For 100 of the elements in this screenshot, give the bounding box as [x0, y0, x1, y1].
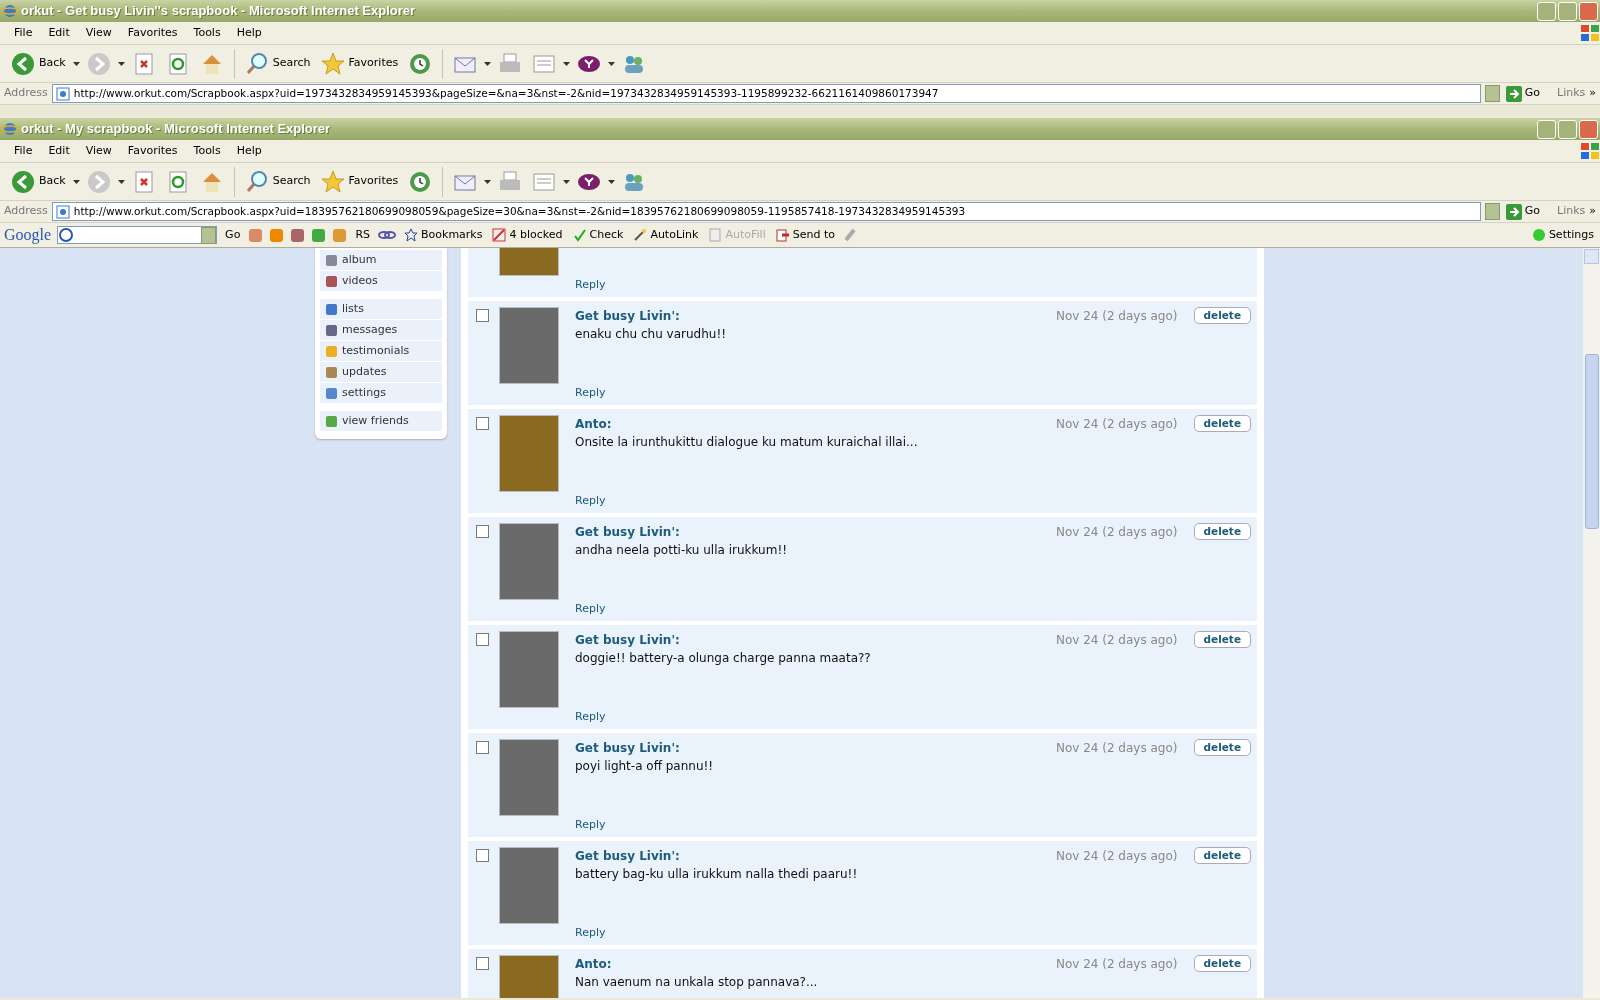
- checkbox[interactable]: [476, 741, 489, 754]
- close-button[interactable]: [1579, 119, 1598, 139]
- more-chevron[interactable]: »: [1589, 203, 1596, 220]
- dropdown-caret-icon[interactable]: [117, 179, 125, 184]
- author-name[interactable]: Anto:: [575, 955, 612, 973]
- author-name[interactable]: Get busy Livin':: [575, 631, 680, 649]
- link-icon[interactable]: [378, 228, 396, 242]
- back-button[interactable]: Back: [8, 169, 69, 194]
- menu-item[interactable]: File: [6, 142, 41, 160]
- scrap-message: Onsite la irunthukittu dialogue ku matum kuraichal illai...: [575, 434, 919, 451]
- menu-item[interactable]: Tools: [185, 24, 229, 42]
- sidebar-item[interactable]: updates: [320, 362, 442, 382]
- sidebar-item[interactable]: album: [320, 250, 442, 270]
- menu-item[interactable]: Edit: [40, 24, 78, 42]
- author-name[interactable]: Get busy Livin':: [575, 523, 680, 541]
- author-name[interactable]: Anto:: [575, 415, 612, 433]
- reply-link[interactable]: Reply: [575, 600, 606, 617]
- delete-button[interactable]: delete: [1193, 955, 1251, 972]
- dropdown-caret-icon[interactable]: [117, 61, 125, 66]
- dropdown-caret-icon[interactable]: [608, 179, 616, 184]
- address-field[interactable]: http://www.orkut.com/Scrapbook.aspx?uid=1973432834959145393&pageSize=&na=3&nst=-2&nid=1973432834959145393-1195899232-6621161409860173947: [51, 84, 1481, 103]
- address-dropdown-button[interactable]: [1484, 85, 1500, 102]
- checkbox[interactable]: [476, 417, 489, 430]
- search-button[interactable]: Search: [241, 169, 314, 194]
- address-field[interactable]: http://www.orkut.com/Scrapbook.aspx?uid=18395762180699098059&pageSize=30&na=3&nst=-2&nid=18395762180699098059-1195857418-1973432834959145393: [51, 202, 1481, 221]
- scroll-thumb[interactable]: [1584, 354, 1599, 529]
- menu-item[interactable]: Tools: [185, 142, 229, 160]
- scrap-date: Nov 24 (2 days ago): [1055, 416, 1178, 433]
- author-name[interactable]: Get busy Livin':: [575, 307, 680, 325]
- delete-button[interactable]: delete: [1193, 307, 1251, 324]
- go-button[interactable]: Go: [1503, 203, 1542, 220]
- dropdown-caret-icon[interactable]: [563, 61, 571, 66]
- ie-logo-icon: [2, 121, 18, 137]
- rs-button[interactable]: RS: [353, 226, 372, 244]
- sidebar-item[interactable]: testimonials: [320, 341, 442, 361]
- author-name[interactable]: Get busy Livin':: [575, 739, 680, 757]
- menu-item[interactable]: Favorites: [119, 24, 186, 42]
- checkbox[interactable]: [476, 957, 489, 970]
- scrap-message: battery bag-ku ulla irukkum nalla thedi paaru!!: [575, 866, 859, 883]
- checkbox[interactable]: [476, 633, 489, 646]
- menu-item[interactable]: Edit: [40, 142, 78, 160]
- blocked-button[interactable]: 4 blocked: [490, 226, 565, 244]
- scrap-date: Nov 24 (2 days ago): [1055, 524, 1178, 541]
- reply-link[interactable]: Reply: [575, 276, 606, 293]
- author-name[interactable]: Get busy Livin':: [575, 847, 680, 865]
- favorites-button[interactable]: Favorites: [317, 51, 402, 76]
- address-dropdown-button[interactable]: [1484, 203, 1500, 220]
- links-label[interactable]: Links: [1557, 203, 1586, 220]
- search-field[interactable]: [57, 226, 218, 244]
- reply-link[interactable]: Reply: [575, 708, 606, 725]
- delete-button[interactable]: delete: [1193, 847, 1251, 864]
- autolink-button[interactable]: AutoLink: [631, 226, 701, 244]
- check-button[interactable]: Check: [570, 226, 626, 244]
- favorites-button[interactable]: Favorites: [317, 169, 402, 194]
- dropdown-caret-icon[interactable]: [608, 61, 616, 66]
- go-arrow-icon: [1505, 85, 1522, 102]
- restore-button[interactable]: [1558, 1, 1577, 21]
- settings-button[interactable]: Settings: [1529, 226, 1596, 244]
- menu-item[interactable]: View: [77, 142, 120, 160]
- menu-item[interactable]: View: [77, 24, 120, 42]
- checkbox[interactable]: [476, 525, 489, 538]
- delete-button[interactable]: delete: [1193, 739, 1251, 756]
- sendto-button[interactable]: Send to: [773, 226, 837, 244]
- menu-item[interactable]: Favorites: [119, 142, 186, 160]
- sidebar-item[interactable]: settings: [320, 383, 442, 403]
- reply-link[interactable]: Reply: [575, 924, 606, 941]
- dropdown-caret-icon[interactable]: [484, 61, 492, 66]
- sidebar-item[interactable]: view friends: [320, 411, 442, 431]
- eraser-icon[interactable]: [842, 228, 857, 242]
- sidebar-item[interactable]: messages: [320, 320, 442, 340]
- address-label: Address: [4, 203, 48, 220]
- sidebar-item[interactable]: videos: [320, 271, 442, 291]
- reply-link[interactable]: Reply: [575, 492, 606, 509]
- checkbox[interactable]: [476, 849, 489, 862]
- go-button[interactable]: Go: [1503, 85, 1542, 102]
- more-chevron[interactable]: »: [1589, 85, 1596, 102]
- search-button[interactable]: Search: [241, 51, 314, 76]
- links-label[interactable]: Links: [1557, 85, 1586, 102]
- menu-item[interactable]: File: [6, 24, 41, 42]
- delete-button[interactable]: delete: [1193, 523, 1251, 540]
- menu-item[interactable]: Help: [228, 24, 270, 42]
- sidebar-item[interactable]: lists: [320, 299, 442, 319]
- dropdown-caret-icon[interactable]: [563, 179, 571, 184]
- minimize-button[interactable]: [1537, 119, 1556, 139]
- delete-button[interactable]: delete: [1193, 415, 1251, 432]
- reply-link[interactable]: Reply: [575, 384, 606, 401]
- dropdown-caret-icon[interactable]: [72, 179, 80, 184]
- close-button[interactable]: [1579, 1, 1598, 21]
- dropdown-caret-icon[interactable]: [72, 61, 80, 66]
- go-button[interactable]: Go: [223, 226, 243, 244]
- reply-link[interactable]: Reply: [575, 816, 606, 833]
- menu-item[interactable]: Help: [228, 142, 270, 160]
- delete-button[interactable]: delete: [1193, 631, 1251, 648]
- checkbox[interactable]: [476, 309, 489, 322]
- restore-button[interactable]: [1558, 119, 1577, 139]
- minimize-button[interactable]: [1537, 1, 1556, 21]
- back-button[interactable]: Back: [8, 51, 69, 76]
- bookmarks-button[interactable]: Bookmarks: [402, 226, 485, 244]
- dropdown-caret-icon[interactable]: [484, 179, 492, 184]
- scrollbar[interactable]: [1583, 248, 1600, 998]
